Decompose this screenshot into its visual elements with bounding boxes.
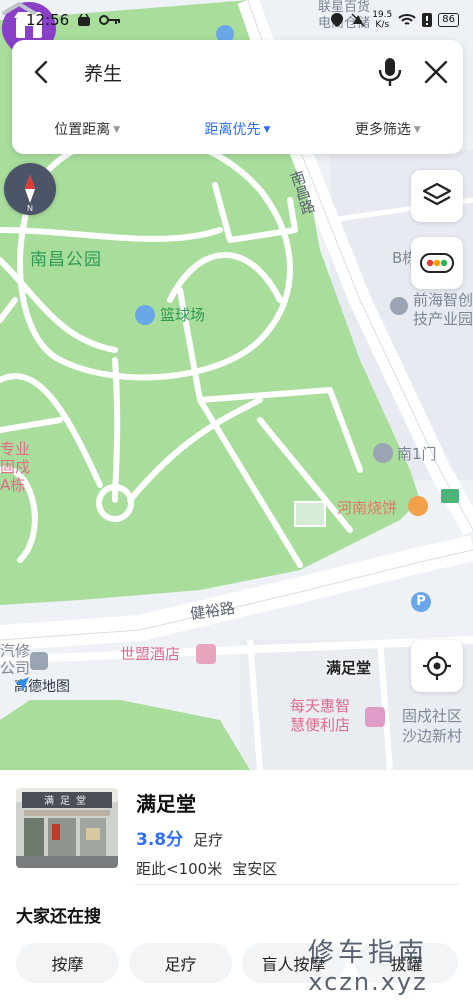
caret-down-icon: ▼ [113,125,121,135]
caret-down-icon: ▼ [263,125,271,135]
mute-icon [351,13,365,27]
shimeng-hotel-label[interactable]: 世盟酒店 [120,645,180,663]
meitian-store-label[interactable]: 每天惠智 慧便利店 [290,697,350,735]
network-speed-unit: K/s [375,20,390,30]
alert-icon [422,13,433,27]
gate-poi-icon[interactable] [373,443,393,463]
network-speed: 19.5 K/s [372,10,392,30]
search-row: 养生 [12,40,463,104]
location-status-icon [331,13,344,27]
qianhai-label[interactable]: 前海智创 技产业园 [413,291,473,329]
office-poi-icon[interactable] [390,297,408,315]
caret-down-icon: ▼ [413,125,421,135]
locate-me-button[interactable] [411,640,463,692]
place-category: 足疗 [193,831,224,849]
also-search-title: 大家还在搜 [16,907,101,927]
left-top-label: 专业 固戍 A栋 [0,440,31,494]
filter-row: 位置距离 ▼ 距离优先 ▼ 更多筛选 ▼ [12,104,463,154]
status-bar: 12:56 19.5 K/s 86 [0,0,473,40]
network-speed-value: 19.5 [372,10,393,20]
battery-indicator: 86 [438,13,459,27]
place-distance: 距此<100米 [136,860,223,878]
place-rating: 3.8分 [136,830,184,850]
food-poi-icon[interactable] [408,496,428,516]
chip-foot-massage[interactable]: 足疗 [129,943,232,983]
hotel-poi-icon[interactable] [196,644,216,664]
filter-label: 更多筛选 [354,122,411,138]
chip-blind-massage[interactable]: 盲人按摩 [242,943,345,983]
bottom-sheet[interactable]: 满足堂 满足堂 3.8分 足疗 距此<100米 宝安区 大家还在搜 按摩 足疗 … [0,770,473,1000]
close-icon[interactable] [423,59,449,85]
compass-button[interactable]: N [4,163,56,215]
filter-label: 距离优先 [204,122,261,138]
microphone-icon[interactable] [377,57,403,87]
chip-cupping[interactable]: 拔罐 [355,943,458,983]
filter-location-distance[interactable]: 位置距离 ▼ [12,119,162,139]
compass-letter: N [27,204,33,213]
place-card[interactable]: 满足堂 满足堂 3.8分 足疗 距此<100米 宝安区 [16,788,277,879]
key-icon [99,15,121,25]
app-notification-icon [78,13,91,26]
chip-massage[interactable]: 按摩 [16,943,119,983]
also-search-chips: 按摩 足疗 盲人按摩 拔罐 [16,943,458,983]
layers-button[interactable] [411,170,463,222]
search-card: 养生 位置距离 ▼ 距离优先 ▼ 更多筛选 ▼ [12,40,463,154]
status-time: 12:56 [26,11,70,29]
south-gate-label[interactable]: 南1门 [397,445,437,463]
marker-label[interactable]: 满足堂 [326,657,371,678]
place-photo[interactable]: 满足堂 [16,788,118,868]
store-poi-icon[interactable] [365,707,385,727]
amap-logo: 高德地图 [14,676,70,696]
place-name[interactable]: 满足堂 [136,788,277,817]
traffic-light-icon [420,253,454,273]
place-distance-row: 距此<100米 宝安区 [136,858,277,879]
filter-more[interactable]: 更多筛选 ▼ [313,119,463,139]
filter-distance-first[interactable]: 距离优先 ▼ [162,119,312,139]
storefront-sign: 满足堂 [44,796,92,807]
place-info: 满足堂 3.8分 足疗 距此<100米 宝安区 [136,788,277,879]
henan-shaobing-label[interactable]: 河南烧饼 [337,499,397,517]
amap-logo-icon [15,677,29,691]
back-arrow-icon[interactable] [30,60,54,84]
divider [135,884,459,885]
left-bottom-label: 汽修 公司 [0,642,31,677]
layers-icon [422,182,452,206]
basketball-poi-icon[interactable] [135,305,155,325]
basketball-label[interactable]: 篮球场 [160,306,205,324]
gucheng-label[interactable]: 固戍社区 沙边新村 [402,706,462,746]
place-rating-row: 3.8分 足疗 [136,825,277,850]
search-query-input[interactable]: 养生 [84,59,377,86]
compass-icon: N [25,175,35,213]
parking-icon[interactable]: P [411,592,431,612]
car-repair-poi-icon[interactable] [30,652,48,670]
park-label: 南昌公园 [30,250,102,270]
filter-label: 位置距离 [54,122,111,138]
bus-stop-icon[interactable] [441,489,459,503]
place-district: 宝安区 [232,860,278,878]
traffic-button[interactable] [411,237,463,289]
wifi-icon [398,14,416,25]
locate-icon [423,652,451,680]
